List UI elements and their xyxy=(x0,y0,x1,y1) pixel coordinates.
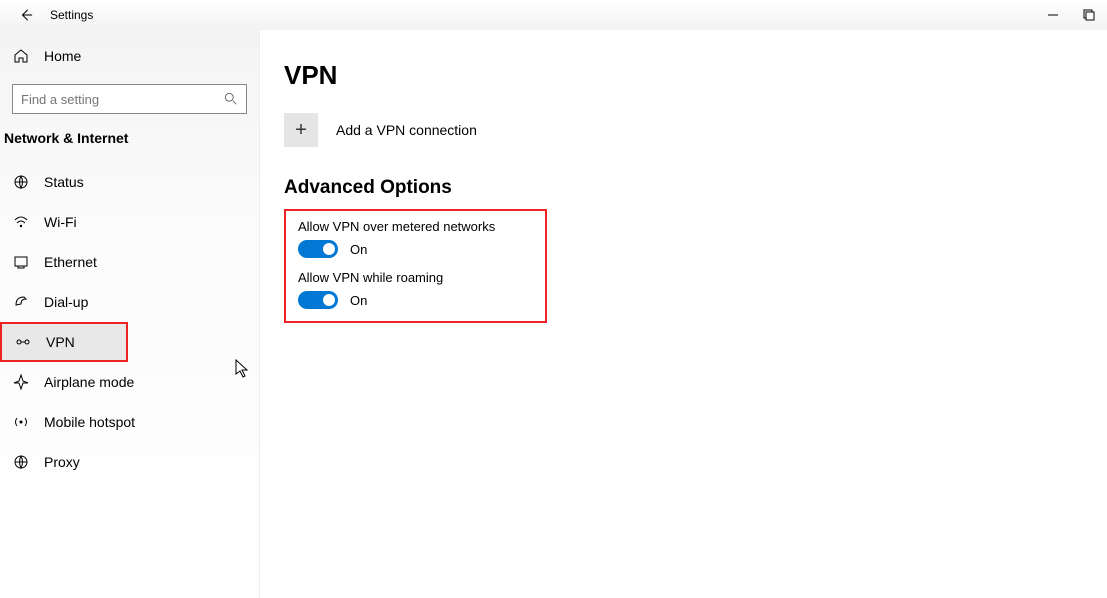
sidebar-item-label: Status xyxy=(44,174,84,190)
add-vpn-button[interactable]: + Add a VPN connection xyxy=(284,113,894,147)
home-icon xyxy=(12,48,30,64)
dialup-icon xyxy=(12,294,30,310)
minimize-button[interactable] xyxy=(1047,9,1059,21)
toggle-roaming[interactable] xyxy=(298,291,338,309)
airplane-icon xyxy=(12,374,30,390)
sidebar-item-proxy[interactable]: Proxy xyxy=(0,442,259,482)
sidebar-item-label: Wi-Fi xyxy=(44,214,77,230)
option-roaming-label: Allow VPN while roaming xyxy=(298,270,495,285)
main-panel: VPN + Add a VPN connection Advanced Opti… xyxy=(284,60,894,598)
sidebar-item-label: VPN xyxy=(46,334,75,350)
vpn-icon xyxy=(14,334,32,350)
sidebar-item-airplane[interactable]: Airplane mode xyxy=(0,362,259,402)
sidebar-category: Network & Internet xyxy=(0,130,259,154)
titlebar: Settings xyxy=(0,0,1107,30)
sidebar-item-wifi[interactable]: Wi-Fi xyxy=(0,202,259,242)
sidebar-item-label: Mobile hotspot xyxy=(44,414,135,430)
proxy-icon xyxy=(12,454,30,470)
advanced-options-heading: Advanced Options xyxy=(284,177,894,199)
sidebar-item-label: Proxy xyxy=(44,454,80,470)
add-vpn-label: Add a VPN connection xyxy=(336,122,477,138)
sidebar-item-dialup[interactable]: Dial-up xyxy=(0,282,259,322)
toggle-metered-state: On xyxy=(350,242,367,257)
ethernet-icon xyxy=(12,254,30,270)
sidebar-item-label: Dial-up xyxy=(44,294,88,310)
hotspot-icon xyxy=(12,414,30,430)
sidebar-item-hotspot[interactable]: Mobile hotspot xyxy=(0,402,259,442)
sidebar-home[interactable]: Home xyxy=(0,42,259,70)
window-title: Settings xyxy=(50,8,93,22)
plus-icon: + xyxy=(284,113,318,147)
search-input[interactable] xyxy=(21,92,205,107)
maximize-button[interactable] xyxy=(1083,9,1095,21)
wifi-icon xyxy=(12,214,30,230)
sidebar-item-vpn[interactable]: VPN xyxy=(0,322,128,362)
toggle-roaming-state: On xyxy=(350,293,367,308)
page-title: VPN xyxy=(284,60,894,91)
sidebar-item-status[interactable]: Status xyxy=(0,162,259,202)
search-icon xyxy=(224,92,238,106)
search-box[interactable] xyxy=(12,84,247,114)
advanced-options-highlight: Allow VPN over metered networks On Allow… xyxy=(284,209,547,323)
sidebar: Home Network & Internet Status Wi-Fi Eth… xyxy=(0,30,260,598)
sidebar-item-label: Airplane mode xyxy=(44,374,134,390)
sidebar-item-ethernet[interactable]: Ethernet xyxy=(0,242,259,282)
option-metered-label: Allow VPN over metered networks xyxy=(298,219,495,234)
home-label: Home xyxy=(44,48,81,64)
sidebar-item-label: Ethernet xyxy=(44,254,97,270)
back-button[interactable] xyxy=(18,7,34,23)
status-icon xyxy=(12,174,30,190)
toggle-metered[interactable] xyxy=(298,240,338,258)
